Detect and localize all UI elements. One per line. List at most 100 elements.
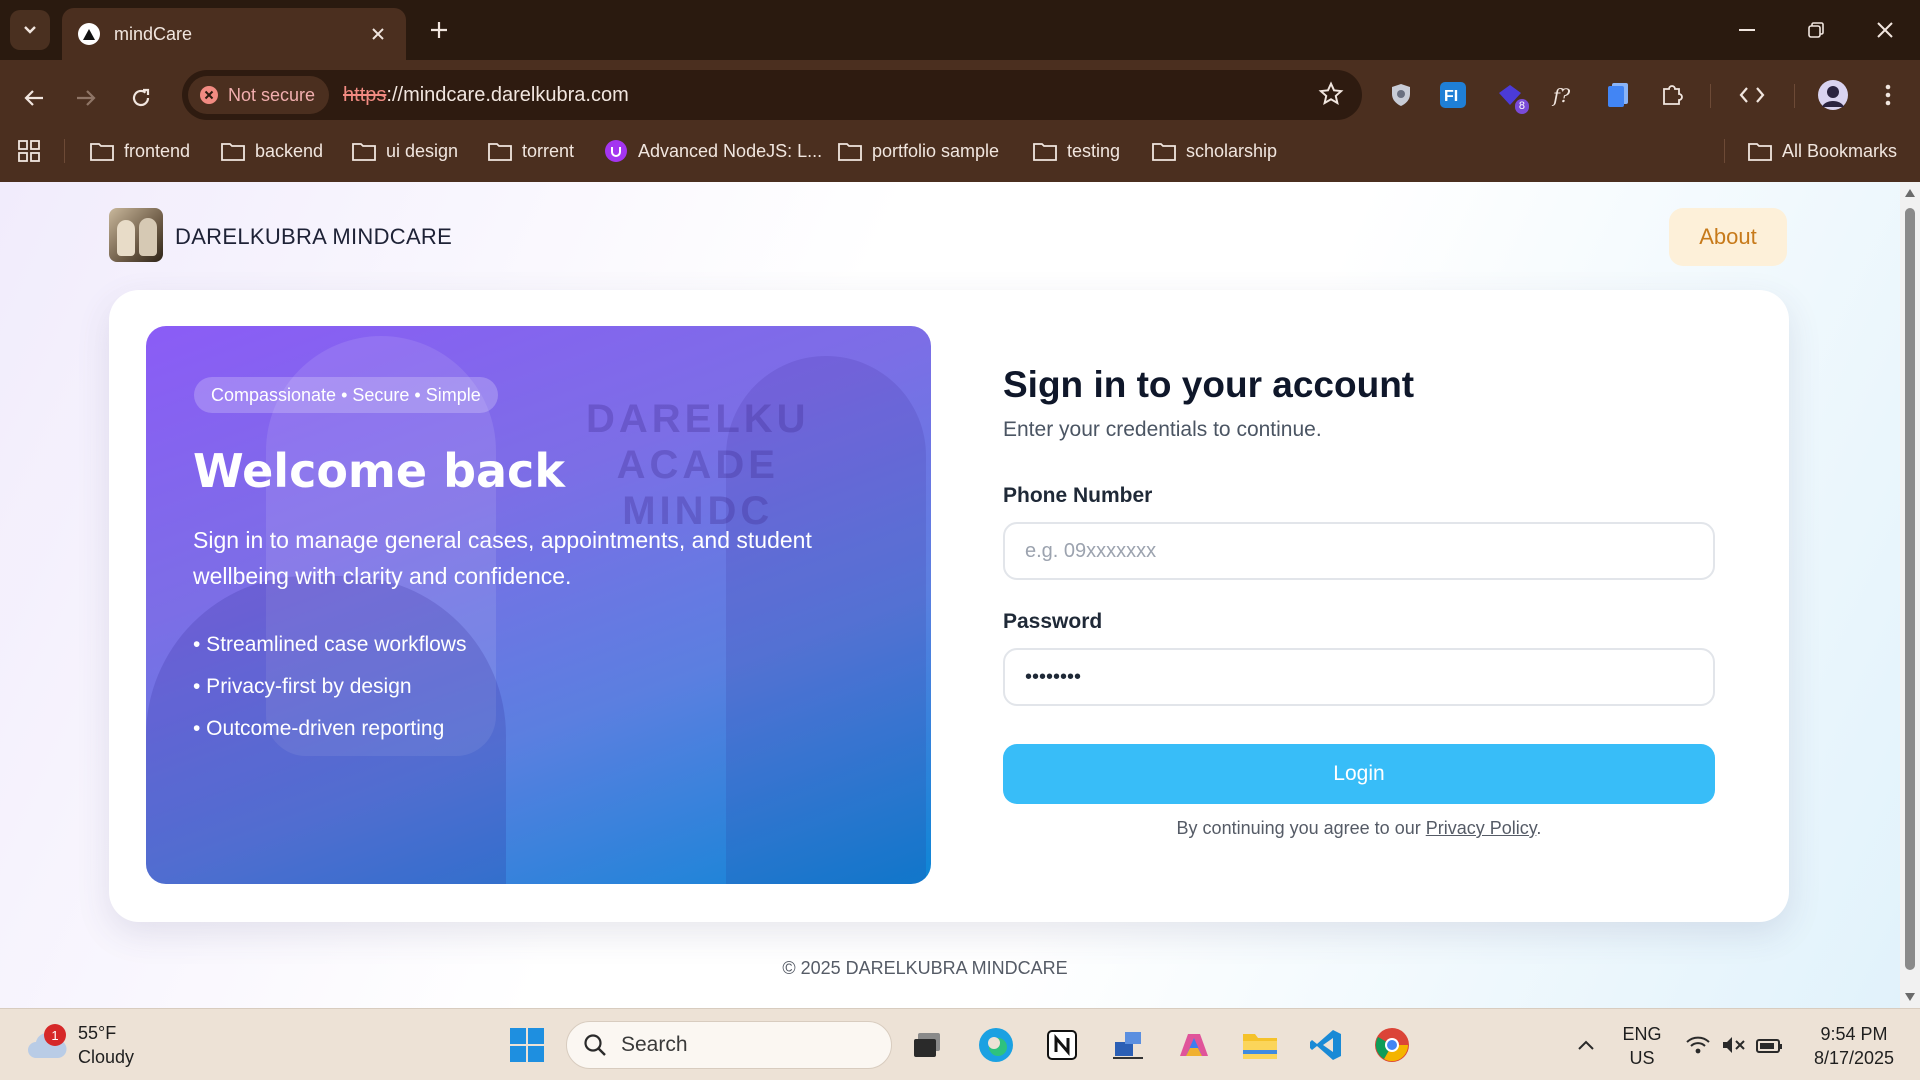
not-secure-icon [200,86,218,104]
login-card: DARELKU ACADE MINDC Compassionate • Secu… [109,290,1789,922]
bookmark-item[interactable]: torrent [488,136,574,166]
back-button[interactable] [14,78,54,118]
bookmark-item[interactable]: backend [221,136,323,166]
reload-icon [132,88,150,107]
site-footer: © 2025 DARELKUBRA MINDCARE [0,958,1900,979]
forward-button[interactable] [66,78,106,118]
windows-start-icon[interactable] [505,1023,549,1067]
vscode-icon[interactable] [1304,1023,1348,1067]
minimize-icon [1739,29,1755,31]
profile-avatar[interactable] [1814,76,1852,114]
bookmark-divider [64,139,65,163]
hero-panel: DARELKU ACADE MINDC Compassionate • Secu… [146,326,931,884]
tab-title: mindCare [114,23,193,44]
privacy-policy-link[interactable]: Privacy Policy [1426,818,1537,838]
extension-shield-icon[interactable] [1382,76,1420,114]
devtools-code-icon[interactable] [1733,76,1771,114]
os-taskbar: 1 55°F Cloudy Search ENG US 9:54 PM 8/17… [0,1008,1920,1080]
battery-icon[interactable] [1748,1023,1792,1067]
copyright-text: © 2025 DARELKUBRA MINDCARE [782,958,1068,978]
file-explorer-icon[interactable] [1238,1023,1282,1067]
list-item: • Privacy-first by design [193,675,412,698]
network-app-icon[interactable] [1106,1023,1150,1067]
site-logo[interactable] [109,208,163,262]
security-label: Not secure [228,84,316,105]
extensions-puzzle-icon[interactable] [1653,76,1691,114]
all-bookmarks[interactable]: All Bookmarks [1748,136,1897,166]
udemy-icon [605,140,627,162]
phone-input[interactable] [1003,522,1715,580]
extension-gem-icon[interactable]: 8 [1491,76,1529,114]
clock-time: 9:54 PM [1820,1024,1888,1044]
signin-title: Sign in to your account [1003,364,1415,405]
scroll-down-icon[interactable] [1904,992,1916,1002]
new-tab-button[interactable] [424,15,454,45]
restore-button[interactable] [1793,10,1839,50]
show-hidden-icons-chevron-up-icon[interactable] [1564,1023,1608,1067]
chrome-icon[interactable] [1370,1023,1414,1067]
weather-condition: Cloudy [78,1047,135,1067]
apps-grid-icon[interactable] [18,136,50,166]
language-indicator[interactable]: ENG US [1616,1022,1668,1070]
bookmark-item[interactable]: ui design [352,136,458,166]
close-icon [1877,22,1893,38]
bookmark-item[interactable]: Advanced NodeJS: L... [604,136,822,166]
site-header: DARELKUBRA MINDCARE About [109,208,1789,266]
weather-widget[interactable]: 1 55°F Cloudy [26,1021,134,1069]
browser-menu-icon[interactable] [1869,76,1907,114]
phone-label: Phone Number [1003,484,1153,507]
plus-icon [431,22,447,38]
back-arrow-icon [24,90,43,106]
temperature: 55°F [78,1023,117,1043]
close-window-button[interactable] [1862,10,1908,50]
extension-docs-icon[interactable] [1599,76,1637,114]
bookmark-item[interactable]: testing [1033,136,1120,166]
about-button[interactable]: About [1669,208,1787,266]
copilot-icon[interactable] [1172,1023,1216,1067]
password-input[interactable] [1003,648,1715,706]
bookmark-item[interactable]: portfolio sample [838,136,999,166]
task-view-icon[interactable] [905,1023,949,1067]
extension-formula-icon[interactable]: f? [1545,76,1583,114]
bookmark-star-icon[interactable] [1318,81,1344,112]
hero-subtitle: Sign in to manage general cases, appoint… [193,527,812,589]
folder-icon [1033,143,1057,161]
extension-badge: 8 [1514,99,1529,114]
signin-subtitle: Enter your credentials to continue. [1003,418,1322,441]
close-tab-icon[interactable] [366,22,390,46]
scroll-up-icon[interactable] [1904,188,1916,198]
scroll-thumb[interactable] [1905,208,1915,970]
login-button[interactable]: Login [1003,744,1715,804]
url-text[interactable]: https://mindcare.darelkubra.com [343,84,629,107]
security-chip[interactable]: Not secure [188,76,330,114]
page-scrollbar[interactable] [1900,182,1920,1008]
minimize-button[interactable] [1724,10,1770,50]
active-tab[interactable]: mindCare [62,8,406,60]
clock-date: 8/17/2025 [1813,1048,1895,1068]
toolbar-divider [1710,84,1711,108]
toolbar-divider [1794,84,1795,108]
taskbar-search[interactable]: Search [566,1021,892,1069]
folder-icon [352,143,376,161]
edge-browser-icon[interactable] [974,1023,1018,1067]
clock[interactable]: 9:54 PM 8/17/2025 [1798,1022,1910,1070]
tab-search-button[interactable] [10,10,50,50]
bookmark-item[interactable]: frontend [90,136,190,166]
password-label: Password [1003,610,1103,633]
address-bar[interactable]: Not secure https://mindcare.darelkubra.c… [182,70,1362,120]
extension-fi-icon[interactable]: FI [1434,76,1472,114]
restore-icon [1808,22,1824,38]
search-icon [584,1034,606,1056]
folder-icon [1748,143,1772,161]
folder-icon [838,143,862,161]
notion-icon[interactable] [1040,1023,1084,1067]
url-host: ://mindcare.darelkubra.com [386,83,629,106]
hero-title: Welcome back [193,444,565,498]
reload-button[interactable] [121,78,161,118]
bookmark-item[interactable]: scholarship [1152,136,1277,166]
search-label: Search [621,1033,688,1056]
policy-notice: By continuing you agree to our Privacy P… [1176,818,1542,838]
tagline-chip: Compassionate • Secure • Simple [194,377,498,413]
cloud-icon: 1 [26,1024,68,1060]
tab-strip: mindCare [0,0,1920,60]
